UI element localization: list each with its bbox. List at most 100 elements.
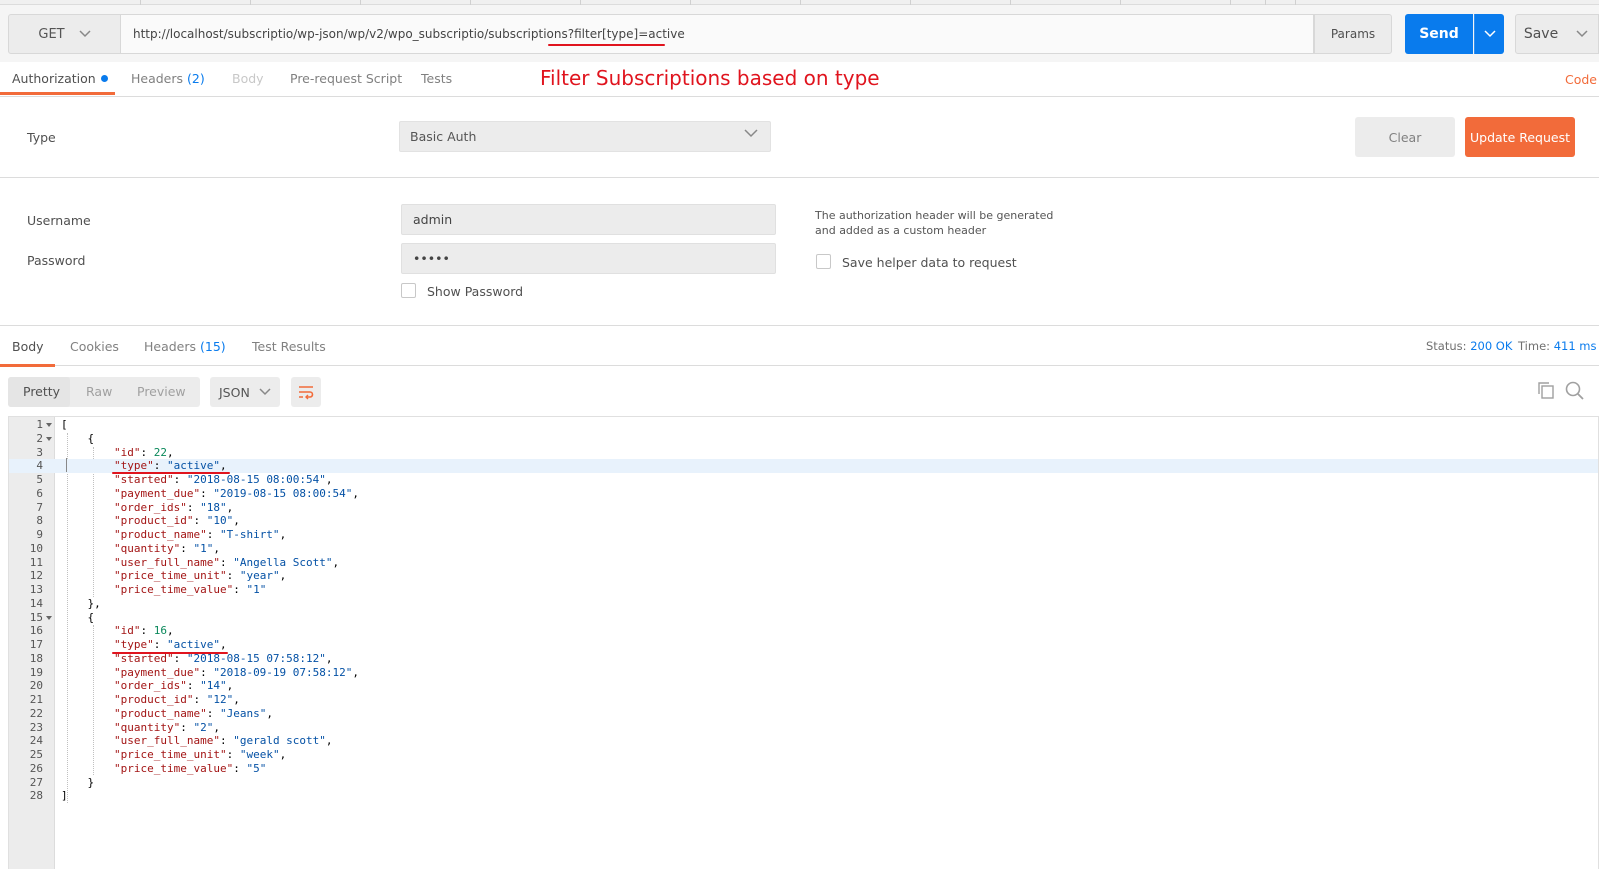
code-text: "product_id": "12",: [113, 693, 240, 706]
show-password-label: Show Password: [427, 284, 524, 299]
auth-type-select[interactable]: Basic Auth: [399, 121, 771, 152]
chevron-down-icon: [79, 30, 91, 38]
line-number: 9: [36, 528, 43, 541]
chevron-down-icon: [1483, 30, 1496, 38]
line-number: 5: [36, 473, 43, 486]
code-text: "user_full_name": "gerald scott",: [113, 734, 333, 748]
line-number: 18: [29, 651, 43, 665]
line-number: 12: [29, 569, 43, 583]
auth-type-row: Type Basic Auth Clear Update Request: [0, 98, 1599, 178]
tab-body-label: Body: [232, 71, 264, 86]
annotation-caption: Filter Subscriptions based on type: [540, 66, 880, 90]
code-text: "type": "active",: [113, 638, 227, 651]
fold-toggle-icon[interactable]: [46, 423, 52, 427]
code-text: "payment_due": "2018-09-19 07:58:12",: [113, 665, 360, 679]
request-bar: GET http://localhost/subscriptio/wp-json…: [0, 5, 1599, 62]
tab-test-results[interactable]: Test Results: [252, 339, 326, 354]
line-number: 4: [36, 459, 43, 473]
copy-icon[interactable]: [1537, 381, 1555, 399]
clear-label: Clear: [1388, 129, 1422, 145]
code-text: "order_ids": "14",: [113, 679, 234, 693]
pretty-button[interactable]: Pretty: [23, 384, 60, 399]
tab-tests[interactable]: Tests: [421, 71, 452, 86]
code-line: 22 "product_name": "Jeans",: [9, 706, 1598, 721]
code-line: 2 {: [9, 431, 1598, 446]
code-text: "product_name": "Jeans",: [113, 706, 273, 720]
line-number: 6: [36, 486, 43, 500]
send-options-button[interactable]: [1474, 14, 1504, 54]
url-input[interactable]: http://localhost/subscriptio/wp-json/wp/…: [121, 14, 1314, 54]
save-button[interactable]: Save: [1515, 14, 1567, 54]
tab-test-results-label: Test Results: [252, 339, 326, 354]
format-select[interactable]: JSON: [210, 377, 280, 407]
password-value: •••••: [413, 251, 450, 266]
code-line: 4 "type": "active",: [9, 459, 1598, 474]
line-number: 15: [29, 610, 43, 624]
code-line: 27 }: [9, 776, 1598, 790]
code-text: [: [61, 418, 68, 431]
auth-type-value: Basic Auth: [410, 129, 477, 144]
credentials-section: Username admin Password ••••• Show Passw…: [0, 178, 1599, 326]
line-number: 2: [36, 431, 43, 445]
method-label: GET: [38, 26, 65, 42]
code-text: "order_ids": "18",: [113, 500, 234, 514]
line-number: 11: [29, 555, 43, 569]
code-text: "price_time_value": "5": [113, 761, 267, 775]
code-text: "user_full_name": "Angella Scott",: [113, 555, 340, 569]
tab-response-body[interactable]: Body: [12, 339, 44, 354]
code-line: 12 "price_time_unit": "year",: [9, 569, 1598, 583]
url-annotation-underline: [548, 44, 665, 46]
tab-response-headers-label: Headers: [144, 339, 197, 354]
save-helper-checkbox[interactable]: [816, 254, 831, 269]
type-label: Type: [27, 130, 56, 145]
password-label: Password: [27, 253, 86, 268]
line-number: 10: [29, 541, 43, 555]
line-number: 20: [29, 679, 43, 693]
code-text: "price_time_value": "1": [113, 583, 267, 596]
auth-hint-text: The authorization header will be generat…: [815, 209, 1054, 237]
tab-authorization[interactable]: Authorization: [12, 71, 108, 86]
tab-prerequest-script[interactable]: Pre-request Script: [290, 71, 402, 86]
line-number: 1: [36, 418, 43, 431]
view-mode-group: Pretty Raw Preview: [8, 377, 200, 407]
save-options-button[interactable]: [1566, 14, 1599, 54]
code-link[interactable]: Code: [1565, 72, 1597, 87]
code-line: 1[: [9, 418, 1598, 432]
tab-cookies[interactable]: Cookies: [70, 339, 119, 354]
username-field[interactable]: admin: [401, 204, 776, 235]
line-number: 17: [29, 638, 43, 651]
tab-response-body-label: Body: [12, 339, 44, 354]
search-icon[interactable]: [1565, 381, 1585, 401]
line-number: 8: [36, 514, 43, 528]
params-button[interactable]: Params: [1314, 14, 1392, 54]
password-field[interactable]: •••••: [401, 243, 776, 274]
show-password-checkbox[interactable]: [401, 283, 416, 298]
tab-response-headers[interactable]: Headers (15): [144, 339, 226, 354]
raw-button[interactable]: Raw: [86, 384, 112, 399]
send-button[interactable]: Send: [1405, 14, 1473, 54]
tab-headers[interactable]: Headers (2): [131, 71, 205, 86]
status-value: 200 OK: [1470, 339, 1513, 353]
update-request-button[interactable]: Update Request: [1465, 117, 1575, 157]
wrap-lines-button[interactable]: [291, 377, 321, 407]
method-select[interactable]: GET: [8, 14, 121, 54]
code-text: "id": 22,: [113, 445, 174, 459]
code-line: 25 "price_time_unit": "week",: [9, 748, 1598, 762]
line-number: 25: [29, 748, 43, 761]
code-text: "price_time_unit": "year",: [113, 569, 287, 583]
save-label: Save: [1523, 26, 1559, 42]
fold-toggle-icon[interactable]: [46, 615, 52, 620]
line-number: 28: [29, 789, 43, 803]
response-body-editor[interactable]: 1[2 {3 "id": 22, 4 "type": "active", 5 "st…: [8, 416, 1599, 869]
fold-toggle-icon[interactable]: [46, 436, 52, 441]
code-line: 20 "order_ids": "14",: [9, 679, 1598, 693]
preview-button[interactable]: Preview: [137, 384, 186, 399]
response-time: Time: 411 ms: [1518, 339, 1597, 353]
code-line: 19 "payment_due": "2018-09-19 07:58:12",: [9, 665, 1598, 680]
code-text: "product_id": "10",: [113, 514, 240, 528]
clear-button[interactable]: Clear: [1355, 117, 1455, 157]
chevron-down-icon: [744, 129, 758, 138]
tab-body[interactable]: Body: [232, 71, 264, 86]
line-number: 26: [29, 761, 43, 775]
username-value: admin: [413, 212, 453, 227]
